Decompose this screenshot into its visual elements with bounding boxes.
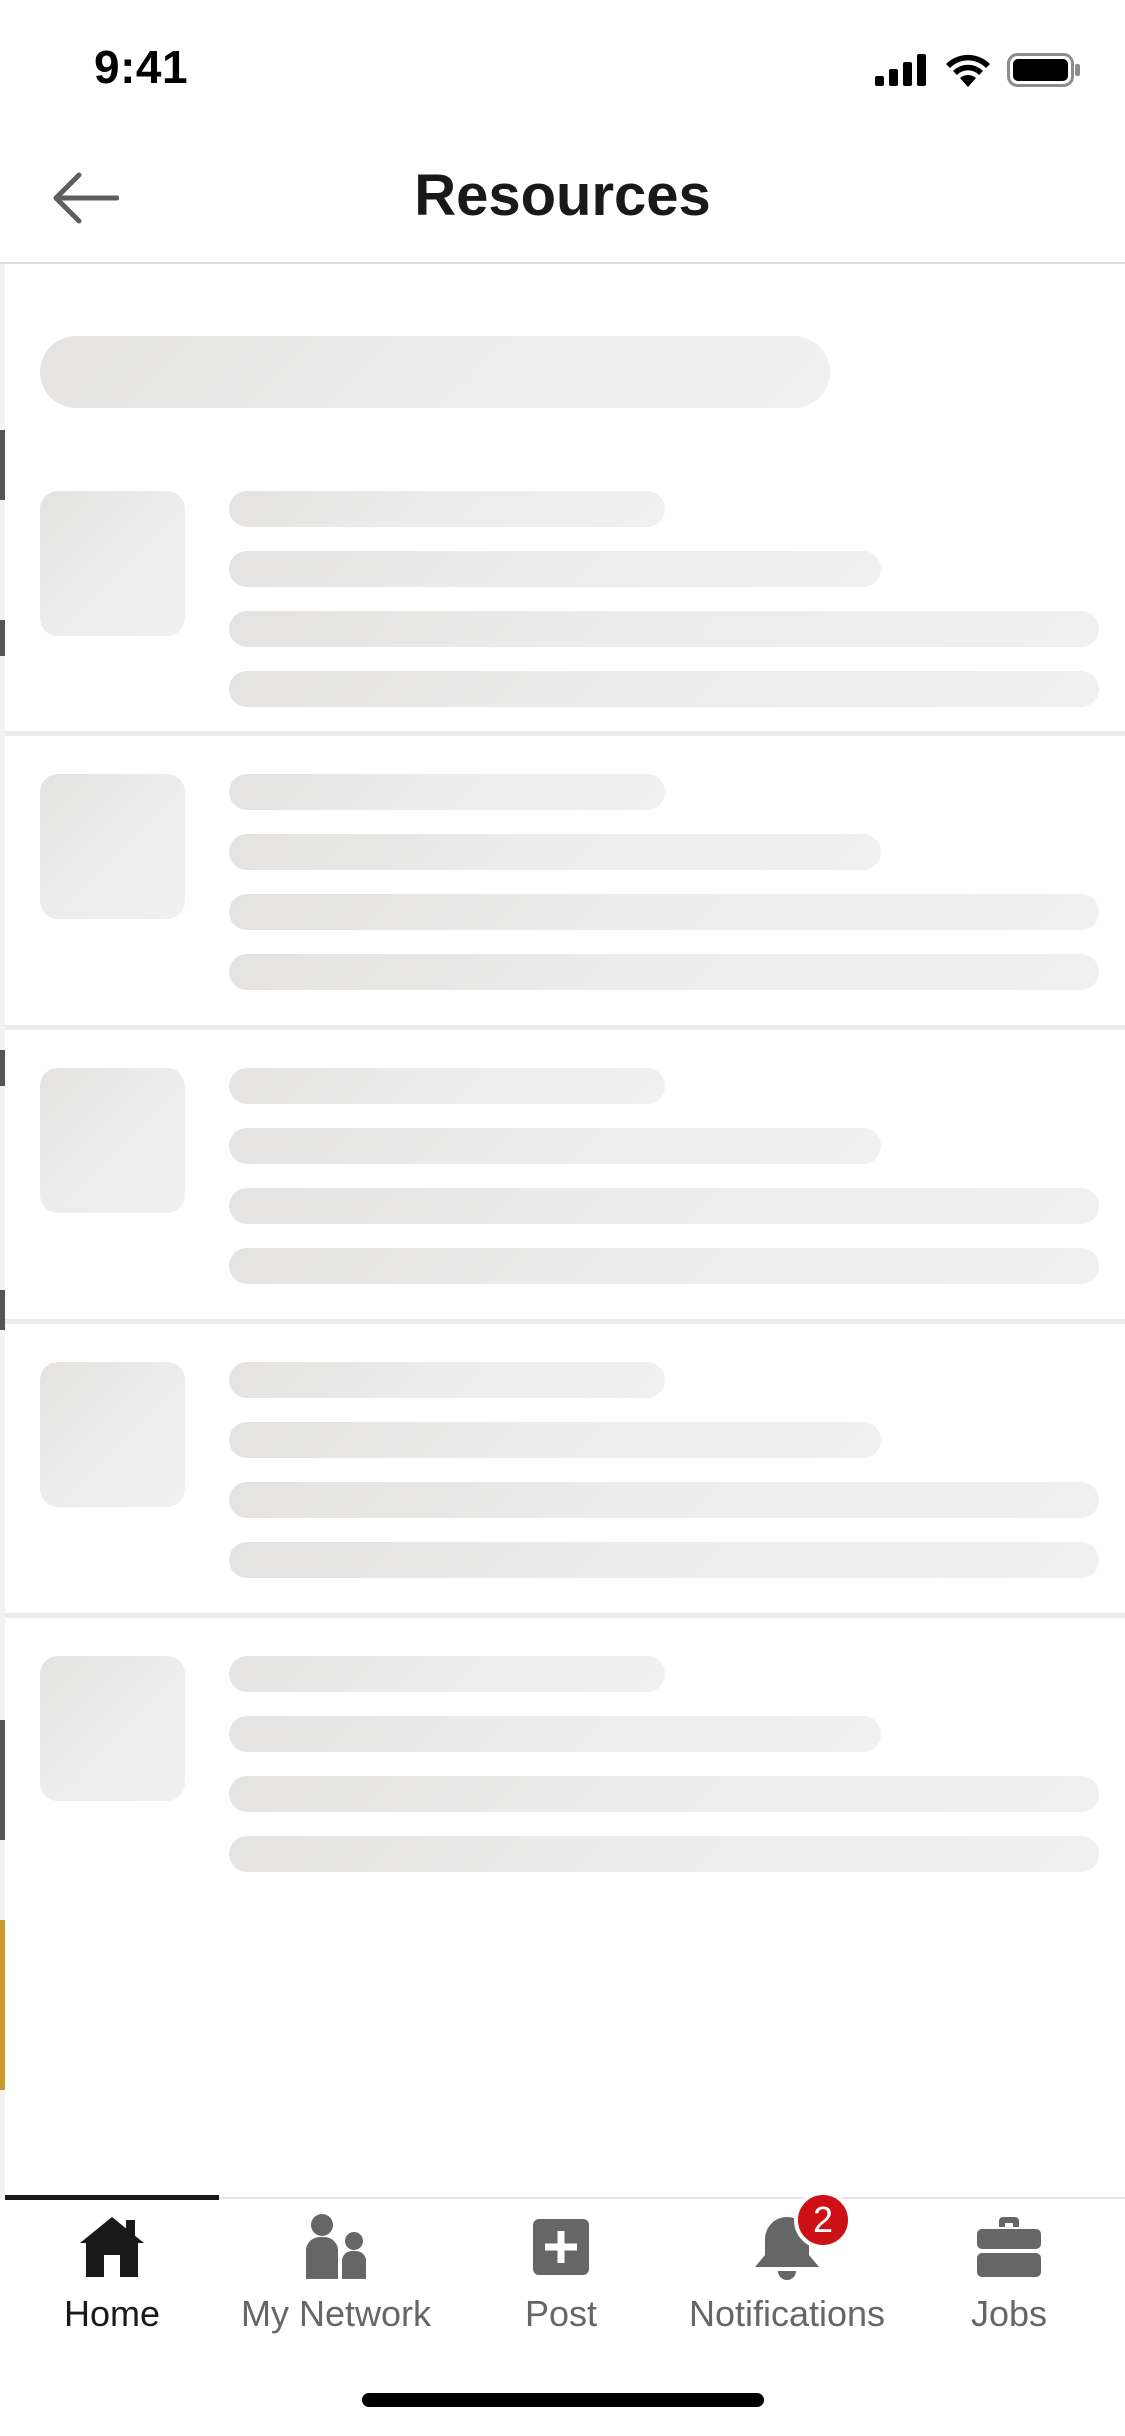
skeleton-line	[229, 491, 665, 527]
divider	[5, 731, 1125, 736]
skeleton-thumbnail	[40, 1362, 185, 1507]
skeleton-thumbnail	[40, 1068, 185, 1213]
tab-notifications[interactable]: 2 Notifications	[677, 2191, 897, 2341]
home-icon	[76, 2211, 148, 2283]
skeleton-line	[229, 1248, 1099, 1284]
status-bar: 9:41	[0, 0, 1125, 132]
skeleton-line	[229, 954, 1099, 990]
skeleton-line	[229, 1128, 881, 1164]
tab-jobs[interactable]: Jobs	[899, 2211, 1119, 2341]
skeleton-line	[229, 611, 1099, 647]
divider	[5, 1319, 1125, 1324]
skeleton-list-item	[5, 731, 1125, 1025]
tab-label: Jobs	[970, 2293, 1048, 2334]
divider	[5, 1613, 1125, 1618]
skeleton-line	[229, 1836, 1099, 1872]
skeleton-thumbnail	[40, 774, 185, 919]
skeleton-line	[229, 894, 1099, 930]
tab-my-network[interactable]: My Network	[226, 2211, 446, 2341]
home-indicator	[362, 2393, 764, 2407]
status-icons	[875, 50, 1081, 90]
active-tab-indicator	[5, 2195, 219, 2200]
skeleton-line	[229, 1188, 1099, 1224]
skeleton-list-item	[5, 1025, 1125, 1319]
wifi-icon	[946, 54, 990, 87]
battery-icon	[1007, 53, 1080, 87]
plus-square-icon	[525, 2211, 597, 2283]
skeleton-line	[229, 671, 1099, 707]
notification-badge: 2	[794, 2191, 852, 2249]
tab-label: Post	[524, 2293, 598, 2334]
underlying-image-fragment	[0, 1920, 5, 2090]
skeleton-list-item	[5, 1319, 1125, 1613]
divider	[5, 1025, 1125, 1030]
briefcase-icon	[973, 2211, 1045, 2283]
skeleton-list-item	[5, 448, 1125, 742]
skeleton-line	[229, 1362, 665, 1398]
tab-home[interactable]: Home	[2, 2211, 222, 2341]
skeleton-search-bar	[40, 336, 830, 408]
cellular-signal-icon	[875, 54, 926, 86]
skeleton-line	[229, 1716, 881, 1752]
skeleton-line	[229, 1776, 1099, 1812]
tab-label: Notifications	[688, 2293, 886, 2334]
tab-label: My Network	[240, 2293, 432, 2334]
skeleton-line	[229, 1068, 665, 1104]
tab-label: Home	[63, 2293, 161, 2334]
tab-post[interactable]: Post	[451, 2211, 671, 2341]
header: Resources	[0, 132, 1125, 264]
skeleton-line	[229, 1422, 881, 1458]
bell-icon: 2	[751, 2191, 852, 2283]
skeleton-list-item	[5, 1613, 1125, 1907]
skeleton-line	[229, 774, 665, 810]
skeleton-line	[229, 1656, 665, 1692]
skeleton-thumbnail	[40, 491, 185, 636]
people-icon	[300, 2211, 372, 2283]
skeleton-thumbnail	[40, 1656, 185, 1801]
page-title: Resources	[414, 163, 711, 228]
skeleton-line	[229, 1482, 1099, 1518]
status-time: 9:41	[94, 41, 189, 93]
skeleton-line	[229, 1542, 1099, 1578]
skeleton-line	[229, 834, 881, 870]
skeleton-line	[229, 551, 881, 587]
